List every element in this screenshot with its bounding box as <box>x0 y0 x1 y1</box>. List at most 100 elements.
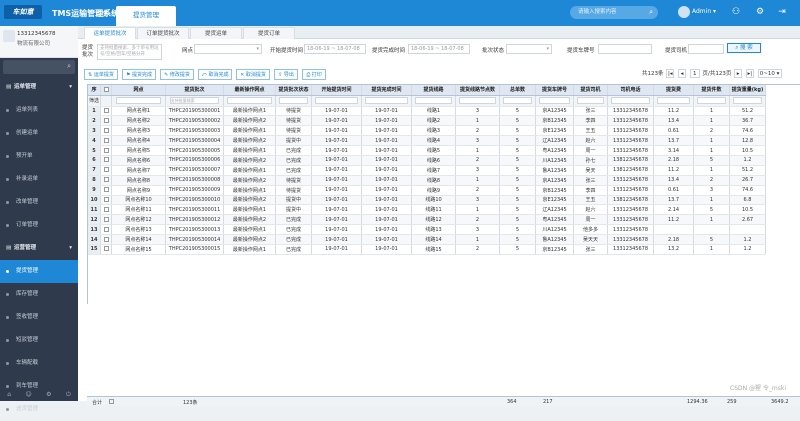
table-row[interactable]: 3 网点名称3 THPC201905300003 最新操作网点1 待提货 19-07-01… <box>88 125 767 137</box>
settings-icon[interactable]: ⚙ <box>46 391 51 401</box>
sidebar-item-9[interactable]: 库存管理 <box>0 283 78 306</box>
table-cell[interactable] <box>100 214 113 226</box>
column-header-10[interactable]: 总单数 <box>499 85 537 96</box>
global-search-input[interactable]: 请输入搜索内容 ⌕ <box>570 6 658 19</box>
column-filter-3[interactable]: 支持批量搜索 <box>165 95 225 107</box>
column-filter-input[interactable] <box>656 97 691 104</box>
table-cell[interactable] <box>100 204 113 216</box>
power-icon[interactable]: ⏻ <box>66 391 71 401</box>
page-input[interactable]: 1 <box>689 69 700 78</box>
row-checkbox[interactable] <box>103 157 109 163</box>
plate-input[interactable] <box>598 44 652 54</box>
site-select[interactable]: ▾ <box>194 44 262 54</box>
shirt-icon[interactable]: ⚇ <box>730 6 742 18</box>
status-select[interactable]: ▾ <box>506 44 552 54</box>
table-row[interactable]: 12 网点名称12 THPC201905300012 最新操作网点2 已完成 19-07-… <box>88 214 767 226</box>
sidebar-item-11[interactable]: 短驳管理 <box>0 329 78 352</box>
row-checkbox[interactable] <box>103 216 109 222</box>
column-header-6[interactable]: 开始提货时间 <box>311 85 363 96</box>
table-cell[interactable] <box>100 115 113 127</box>
table-row[interactable]: 4 网点名称4 THPC201905300004 最新操作网点2 提货中 19-07-01… <box>88 135 767 147</box>
tab-pickup-management[interactable]: 提货管理 <box>116 6 176 26</box>
column-filter-input[interactable]: 支持批量搜索 <box>169 97 220 104</box>
first-page-button[interactable]: |◂ <box>666 69 675 78</box>
user-avatar[interactable] <box>678 6 690 18</box>
sidebar-item-2[interactable]: 创建运单 <box>0 122 78 145</box>
filter-cell-empty[interactable] <box>100 95 113 107</box>
column-filter-input[interactable] <box>278 97 309 104</box>
sidebar-item-10[interactable]: 签收管理 <box>0 306 78 329</box>
column-filter-input[interactable] <box>459 97 496 104</box>
row-checkbox[interactable] <box>103 127 109 133</box>
totals-checkbox[interactable] <box>109 399 114 406</box>
batch-textarea[interactable]: 支持批量搜索、多个单号用逗号/空格/回车/空格分开 <box>97 44 162 60</box>
sidebar-group-7[interactable]: ▤ 运营管理 ▾ <box>0 237 78 260</box>
prev-page-button[interactable]: ◂ <box>678 69 686 78</box>
table-row[interactable]: 9 网点名称9 THPC201905300009 最新操作网点1 待提货 19-07-01… <box>88 185 767 196</box>
column-filter-input[interactable] <box>611 97 650 104</box>
finish-time-input[interactable]: 18-06-19 ~ 18-07-08 <box>408 44 470 54</box>
column-filter-6[interactable] <box>311 95 363 107</box>
column-filter-10[interactable] <box>499 95 537 107</box>
sidebar-item-5[interactable]: 改单管理 <box>0 191 78 214</box>
page-size-select[interactable]: 0~10 ▾ <box>757 69 782 78</box>
column-filter-12[interactable] <box>573 95 609 107</box>
subtab-order-batch[interactable]: 订单提货批次 <box>137 27 189 39</box>
column-header-9[interactable]: 提货线路节点数 <box>455 85 501 96</box>
column-header-3[interactable]: 提货批次 <box>165 85 225 96</box>
sidebar-item-14[interactable]: 送货管理 <box>0 398 78 421</box>
table-cell[interactable] <box>100 175 113 186</box>
cancel-pickup-button[interactable]: ✕ 取消提货 <box>236 69 270 80</box>
column-filter-14[interactable] <box>653 95 695 107</box>
export-button[interactable]: ⇪ 导出 <box>274 69 298 80</box>
start-time-input[interactable]: 18-06-19 ~ 18-07-08 <box>304 44 366 54</box>
user-icon[interactable]: ☺ <box>25 391 31 401</box>
row-checkbox[interactable] <box>103 226 109 232</box>
column-filter-input[interactable] <box>415 97 452 104</box>
column-filter-7[interactable] <box>361 95 413 107</box>
cancel-complete-button[interactable]: ⤺ 取消完成 <box>198 69 232 80</box>
table-cell[interactable] <box>100 185 113 196</box>
home-icon[interactable]: ⌂ <box>7 391 11 401</box>
table-cell[interactable] <box>100 125 113 137</box>
table-row[interactable]: 5 网点名称5 THPC201905300005 最新操作网点1 已完成 19-07-01… <box>88 145 767 156</box>
table-row[interactable]: 15 网点名称15 THPC201905300015 最新操作网点1 已完成 19-07-… <box>88 244 767 255</box>
column-filter-input[interactable] <box>538 97 571 104</box>
exit-icon[interactable]: ⇥ <box>776 6 788 18</box>
tab-home[interactable]: 首页 <box>86 8 117 18</box>
waybill-pickup-button[interactable]: ⇅ 运单提货 <box>84 69 118 80</box>
row-checkbox[interactable] <box>103 187 109 193</box>
column-filter-8[interactable] <box>411 95 457 107</box>
row-checkbox[interactable] <box>103 147 109 153</box>
table-row[interactable]: 7 网点名称7 THPC201905300007 最新操作网点1 已完成 19-07-01… <box>88 165 767 176</box>
column-header-15[interactable]: 提货件数 <box>693 85 731 96</box>
column-header-1[interactable] <box>100 85 113 96</box>
column-filter-4[interactable] <box>223 95 277 107</box>
column-filter-input[interactable] <box>115 97 162 104</box>
column-header-12[interactable]: 提货司机 <box>573 85 609 96</box>
row-checkbox[interactable] <box>103 196 109 202</box>
print-button[interactable]: ⎙ 打印 <box>302 69 326 80</box>
row-checkbox[interactable] <box>103 246 109 252</box>
last-page-button[interactable]: ▸| <box>745 69 754 78</box>
table-row[interactable]: 6 网点名称6 THPC201905300006 最新操作网点2 已完成 19-07-01… <box>88 155 767 166</box>
select-all-checkbox[interactable] <box>103 86 109 92</box>
column-filter-input[interactable] <box>696 97 727 104</box>
row-checkbox[interactable] <box>103 137 109 143</box>
column-header-4[interactable]: 最新操作网点 <box>223 85 277 96</box>
table-row[interactable]: 14 网点名称14 THPC201905300014 最新操作网点2 已完成 19-07-… <box>88 234 767 245</box>
table-row[interactable]: 8 网点名称8 THPC201905300008 最新操作网点2 待提货 19-07-01… <box>88 175 767 186</box>
row-checkbox[interactable] <box>103 167 109 173</box>
subtab-pickup-order[interactable]: 提货订单 <box>243 27 295 39</box>
sidebar-item-4[interactable]: 补录运单 <box>0 168 78 191</box>
table-row[interactable]: 1 网点名称1 THPC201905300001 最新操作网点1 待提货 19-07-01… <box>88 106 767 117</box>
sidebar-item-8[interactable]: 提货管理 <box>0 260 78 283</box>
subtab-waybill-batch[interactable]: 运单提货批次 <box>84 27 136 39</box>
row-checkbox[interactable] <box>103 117 109 123</box>
column-header-13[interactable]: 司机电话 <box>607 85 655 96</box>
table-cell[interactable] <box>100 106 113 117</box>
table-row[interactable]: 11 网点名称11 THPC201905300011 最新操作网点1 提货中 19-07-… <box>88 204 767 216</box>
table-cell[interactable] <box>100 234 113 245</box>
column-filter-13[interactable] <box>607 95 655 107</box>
table-cell[interactable] <box>100 135 113 147</box>
